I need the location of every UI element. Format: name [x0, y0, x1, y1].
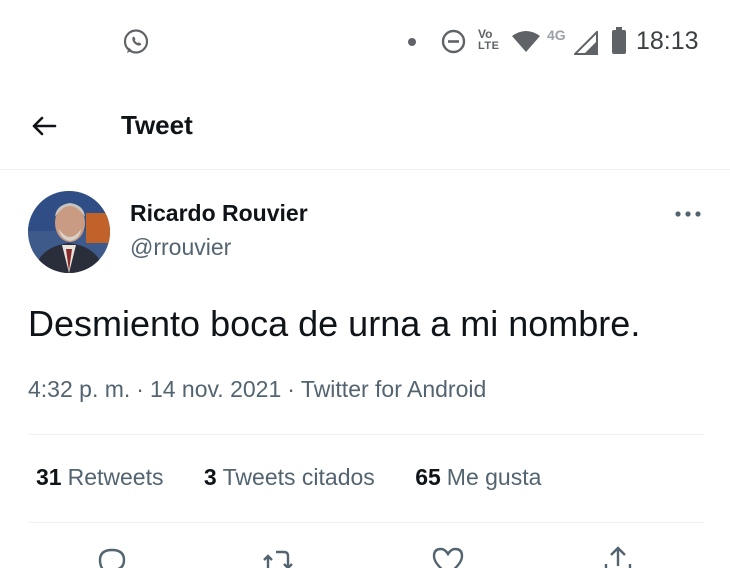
likes-stat[interactable]: 65 Me gusta	[415, 464, 541, 491]
wifi-icon	[512, 31, 540, 52]
likes-label: Me gusta	[446, 464, 542, 490]
back-arrow-icon[interactable]	[28, 110, 60, 142]
tweet-meta: 4:32 p. m. · 14 nov. 2021 · Twitter for Andr…	[28, 376, 486, 403]
whatsapp-icon	[123, 29, 149, 54]
share-icon[interactable]	[600, 544, 636, 568]
retweets-stat[interactable]: 31 Retweets	[36, 464, 163, 491]
author-name[interactable]: Ricardo Rouvier	[130, 200, 308, 227]
tweet-date: 14 nov. 2021	[149, 376, 282, 402]
signal-icon	[574, 31, 598, 55]
battery-icon	[612, 27, 626, 54]
reply-icon[interactable]	[94, 544, 130, 568]
retweets-label: Retweets	[67, 464, 164, 490]
more-options-icon[interactable]	[672, 200, 704, 228]
status-time: 18:13	[636, 27, 699, 55]
do-not-disturb-icon	[441, 29, 466, 54]
avatar-photo	[28, 191, 110, 273]
page-title: Tweet	[121, 110, 193, 140]
meta-separator: ·	[136, 376, 144, 402]
retweet-icon[interactable]	[260, 544, 296, 568]
author-handle[interactable]: @rrouvier	[130, 234, 231, 261]
tweet-text: Desmiento boca de urna a mi nombre.	[28, 303, 641, 344]
avatar[interactable]	[28, 191, 110, 273]
volte-icon: Vo LTE	[478, 27, 508, 55]
meta-separator: ·	[287, 376, 295, 402]
quote-tweets-stat[interactable]: 3 Tweets citados	[204, 464, 375, 491]
divider	[28, 522, 704, 523]
like-icon[interactable]	[430, 544, 466, 568]
divider	[28, 434, 704, 435]
retweets-count: 31	[36, 464, 62, 490]
notification-dot-icon	[408, 38, 416, 46]
volte-bottom-label: LTE	[478, 40, 500, 52]
tweet-source[interactable]: Twitter for Android	[301, 376, 486, 402]
likes-count: 65	[415, 464, 441, 490]
quote-tweets-count: 3	[203, 464, 217, 490]
status-bar: Vo LTE 4G 18:13	[0, 0, 730, 84]
engagement-stats: 31 Retweets 3 Tweets citados 65 Me gusta	[36, 464, 575, 491]
network-type-label: 4G	[547, 27, 566, 43]
quote-tweets-label: Tweets citados	[222, 464, 375, 490]
tweet-time: 4:32 p. m.	[28, 376, 131, 402]
tweet-detail-screen: Vo LTE 4G 18:13 Tweet Ricardo Rouvier @r…	[0, 0, 730, 568]
volte-top-label: Vo	[478, 27, 493, 41]
app-header: Tweet	[0, 84, 730, 170]
